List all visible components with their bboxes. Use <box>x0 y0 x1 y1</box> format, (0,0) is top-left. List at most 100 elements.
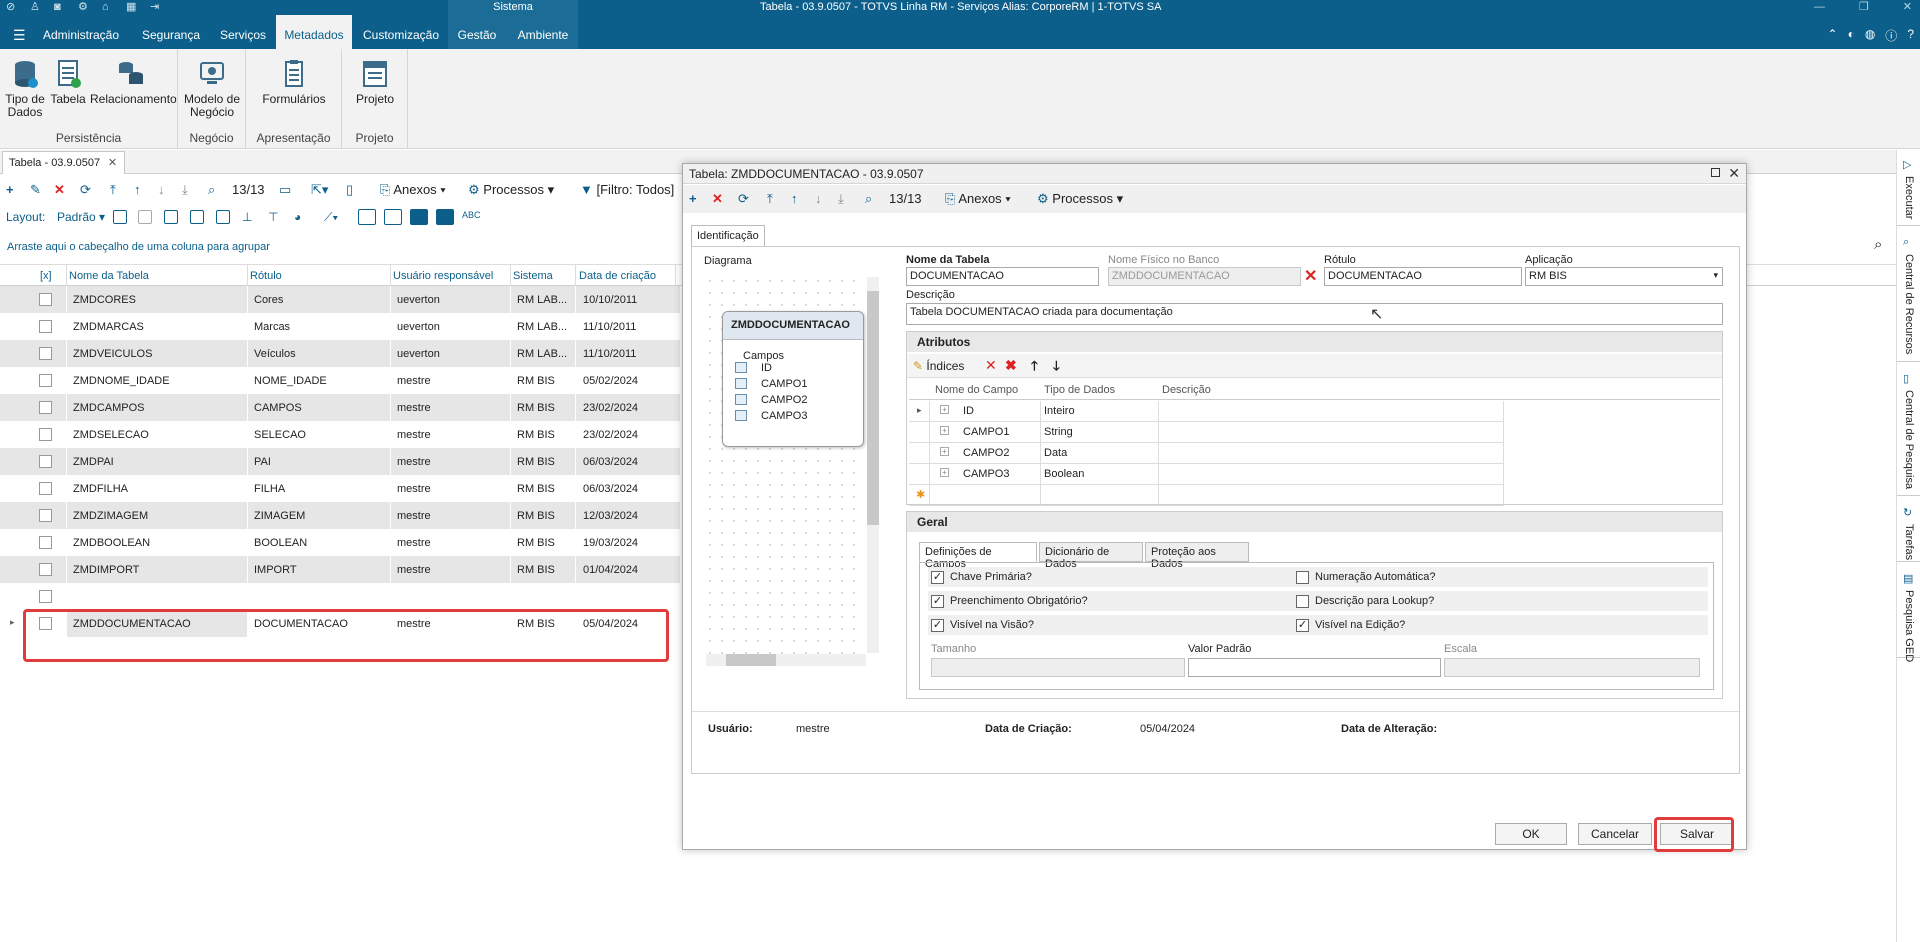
add-icon[interactable]: + <box>6 182 14 197</box>
table-row[interactable]: ZMDVEICULOS Veículos ueverton RM LAB... 11/1… <box>0 340 680 367</box>
filter-button[interactable]: ▼ [Filtro: Todos] <box>580 182 674 197</box>
layout-action-4-icon[interactable] <box>190 210 204 224</box>
diagram-hscrollbar[interactable] <box>706 654 866 666</box>
close-icon[interactable]: ✕ <box>1903 0 1912 15</box>
visivel-visao-checkbox[interactable]: ✓ <box>931 619 944 632</box>
tab-gestao[interactable]: Gestão <box>452 15 502 49</box>
layout-view-2-icon[interactable] <box>384 209 402 225</box>
layout-action-1-icon[interactable] <box>113 210 127 224</box>
col-usuario-header[interactable]: Usuário responsável <box>393 270 493 282</box>
delete-all-attr-icon[interactable]: ✖ <box>1005 357 1017 374</box>
last-record-icon[interactable]: ⤓ <box>838 191 844 207</box>
palette-icon[interactable]: ◕ <box>294 210 308 224</box>
help-topics-icon[interactable]: ◐ <box>1848 27 1855 44</box>
previous-record-icon[interactable]: ↑ <box>791 191 798 206</box>
first-record-icon[interactable]: ⤒ <box>767 191 773 207</box>
next-record-icon[interactable]: ↓ <box>158 182 165 197</box>
preenchimento-obrigatorio-checkbox[interactable]: ✓ <box>931 595 944 608</box>
attr-row[interactable]: + CAMPO3 Boolean <box>909 464 1504 485</box>
menu-icon[interactable]: ☰ <box>13 27 26 44</box>
last-record-icon[interactable]: ⤓ <box>182 182 188 198</box>
col-nome-campo[interactable]: Nome do Campo <box>935 384 1018 396</box>
collapse-ribbon-icon[interactable]: ⌃ <box>1828 27 1838 44</box>
row-checkbox[interactable] <box>39 293 52 306</box>
side-tab-executar[interactable]: ▷ Executar <box>1897 154 1920 226</box>
layout-action-5-icon[interactable] <box>216 210 230 224</box>
restore-icon[interactable]: ❐ <box>1859 0 1869 15</box>
delete-attr-icon[interactable]: ✕ <box>985 357 997 374</box>
col-rotulo-header[interactable]: Rótulo <box>250 270 282 282</box>
rotulo-field[interactable]: DOCUMENTACAO <box>1324 267 1522 286</box>
expand-icon[interactable]: + <box>940 426 949 435</box>
descricao-lookup-checkbox[interactable] <box>1296 595 1309 608</box>
col-select-header[interactable]: [x] <box>40 270 52 282</box>
view-icon[interactable]: ▭ <box>279 182 291 198</box>
table-row[interactable]: ZMDPAI PAI mestre RM BIS 06/03/2024 <box>0 448 680 475</box>
row-checkbox[interactable] <box>39 374 52 387</box>
move-up-icon[interactable]: 🡑 <box>1031 357 1038 379</box>
pin-icon[interactable]: ⊥ <box>242 210 256 224</box>
expand-icon[interactable]: + <box>940 468 949 477</box>
close-tab-icon[interactable]: ✕ <box>108 156 117 169</box>
tab-metadados[interactable]: Metadados <box>276 15 352 49</box>
previous-record-icon[interactable]: ↑ <box>134 182 141 197</box>
side-tab-central-recursos[interactable]: ⌕ Central de Recursos <box>1897 232 1920 362</box>
next-record-icon[interactable]: ↓ <box>815 191 822 206</box>
pin-down-icon[interactable]: ⊤ <box>268 210 282 224</box>
table-row[interactable]: ZMDCORES Cores ueverton RM LAB... 10/10/2011 <box>0 286 680 313</box>
expand-icon[interactable]: + <box>940 447 949 456</box>
indices-button[interactable]: ✎ Índices <box>913 359 964 373</box>
diagram-vscroll-thumb[interactable] <box>867 291 879 525</box>
row-checkbox[interactable] <box>39 536 52 549</box>
row-checkbox[interactable] <box>39 509 52 522</box>
projeto-button[interactable]: Projeto <box>352 59 398 106</box>
table-row[interactable]: ZMDBOOLEAN BOOLEAN mestre RM BIS 19/03/2024 <box>0 529 680 556</box>
tab-administracao[interactable]: Administração <box>42 15 120 49</box>
row-checkbox[interactable] <box>39 563 52 576</box>
layout-action-2-icon[interactable] <box>138 210 152 224</box>
tabela-button[interactable]: Tabela <box>50 59 86 106</box>
maximize-icon[interactable] <box>1711 168 1720 177</box>
minimize-icon[interactable]: — <box>1814 0 1825 15</box>
tab-servicos[interactable]: Serviços <box>217 15 269 49</box>
table-row[interactable]: ZMDMARCAS Marcas ueverton RM LAB... 11/10/20… <box>0 313 680 340</box>
col-tipo-dados[interactable]: Tipo de Dados <box>1044 384 1115 396</box>
attr-row[interactable]: + CAMPO1 String <box>909 422 1504 443</box>
row-checkbox[interactable] <box>39 347 52 360</box>
tab-dicionario-dados[interactable]: Dicionário de Dados <box>1039 542 1143 570</box>
anexos-button[interactable]: ⎘ Anexos ▾ <box>380 182 446 198</box>
cancelar-button[interactable]: Cancelar <box>1578 823 1652 845</box>
edit-icon[interactable]: ✎ <box>30 182 41 198</box>
globe-icon[interactable]: ◍ <box>1865 27 1875 44</box>
col-nome-header[interactable]: Nome da Tabela <box>69 270 149 282</box>
layout-view-1-icon[interactable] <box>358 209 376 225</box>
table-row[interactable]: ZMDIMPORT IMPORT mestre RM BIS 01/04/2024 <box>0 556 680 583</box>
add-icon[interactable]: + <box>689 191 697 206</box>
user-icon[interactable]: ♙ <box>30 1 44 13</box>
processos-button[interactable]: ⚙ Processos ▾ <box>468 182 554 198</box>
row-checkbox[interactable] <box>39 320 52 333</box>
exit-icon[interactable]: ⇥ <box>150 1 164 13</box>
home-icon[interactable]: ⌂ <box>102 1 116 13</box>
abc-icon[interactable]: ABC <box>462 210 482 224</box>
camera-icon[interactable]: ◙ <box>54 1 68 13</box>
attr-new-row[interactable]: ✱ <box>909 485 1504 506</box>
processos-button[interactable]: ⚙ Processos ▾ <box>1037 191 1123 207</box>
info-icon[interactable]: ⓘ <box>1885 27 1897 44</box>
close-icon[interactable]: ✕ <box>1728 165 1740 182</box>
diagram-hscroll-thumb[interactable] <box>726 654 776 666</box>
table-row[interactable]: ZMDZIMAGEM ZIMAGEM mestre RM BIS 12/03/2024 <box>0 502 680 529</box>
modelo-de-negocio-button[interactable]: Modelo de Negócio <box>183 59 241 119</box>
table-row[interactable]: ZMDCAMPOS CAMPOS mestre RM BIS 23/02/2024 <box>0 394 680 421</box>
row-checkbox[interactable] <box>39 590 52 603</box>
move-down-icon[interactable]: 🡓 <box>1053 357 1060 379</box>
anexos-button[interactable]: ⎘ Anexos ▾ <box>945 191 1011 207</box>
refresh-icon[interactable]: ⟳ <box>80 182 91 198</box>
refresh-icon[interactable]: ⟳ <box>738 191 749 207</box>
search-icon[interactable]: ⌕ <box>865 191 872 207</box>
tab-identificacao[interactable]: Identificação <box>691 225 765 247</box>
calculator-icon[interactable]: ▦ <box>126 1 140 13</box>
tab-ambiente[interactable]: Ambiente <box>514 15 572 49</box>
search-icon[interactable]: ⌕ <box>208 182 215 198</box>
numeracao-automatica-checkbox[interactable] <box>1296 571 1309 584</box>
